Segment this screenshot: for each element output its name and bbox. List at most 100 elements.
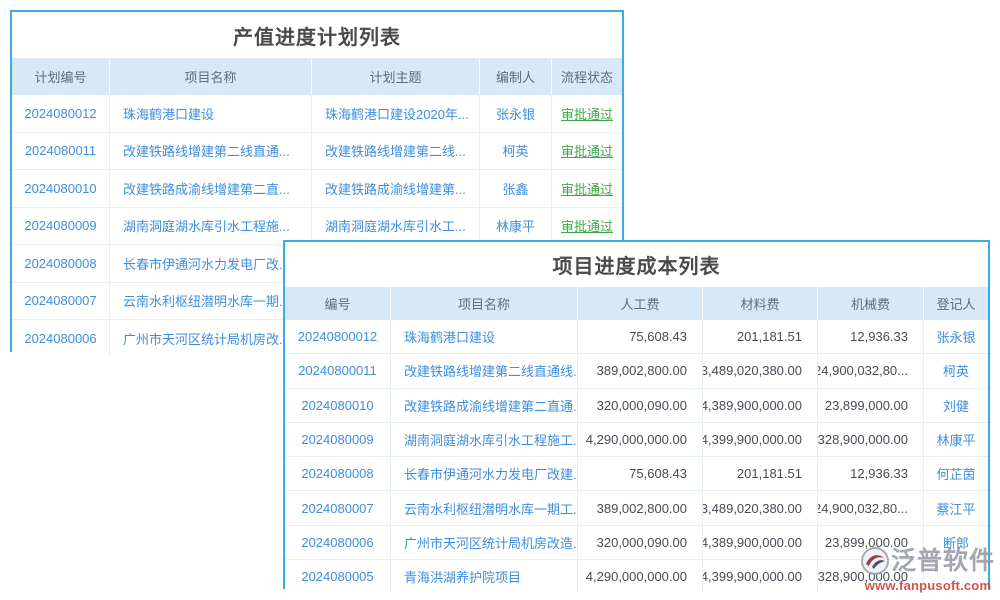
plan-id-link[interactable]: 2024080012 — [12, 95, 110, 132]
author-cell: 林康平 — [480, 208, 552, 245]
cost-id-link[interactable]: 20240800012 — [285, 320, 391, 353]
project-name-cell: 改建铁路线增建第二线直通... — [110, 133, 312, 170]
table-row[interactable]: 2024080011 改建铁路线增建第二线直通... 改建铁路线增建第二线...… — [12, 133, 622, 171]
author-cell: 张永银 — [480, 95, 552, 132]
registrant-cell: 张永银 — [924, 320, 988, 353]
labor-cost-cell: 389,002,800.00 — [578, 491, 703, 524]
machine-cost-cell: 328,900,000.00 — [818, 560, 924, 593]
material-cost-cell: 4,399,900,000.00 — [703, 423, 818, 456]
material-cost-cell: 201,181.51 — [703, 320, 818, 353]
labor-cost-cell: 75,608.43 — [578, 457, 703, 490]
registrant-cell — [924, 560, 988, 593]
project-name-cell: 珠海鹤港口建设 — [110, 95, 312, 132]
registrant-cell: 蔡江平 — [924, 491, 988, 524]
machine-cost-cell: 328,900,000.00 — [818, 423, 924, 456]
machine-cost-cell: 24,900,032,80... — [818, 354, 924, 387]
project-name-cell: 青海洪湖养护院项目 — [391, 560, 578, 593]
column-header-material-cost: 材料费 — [703, 287, 818, 320]
cost-id-link[interactable]: 2024080005 — [285, 560, 391, 593]
project-name-cell: 长春市伊通河水力发电厂改建... — [391, 457, 578, 490]
column-header-project-name: 项目名称 — [391, 287, 578, 320]
plan-subject-cell: 改建铁路成渝线增建第... — [312, 170, 480, 207]
column-header-labor-cost: 人工费 — [578, 287, 703, 320]
project-name-cell: 湖南洞庭湖水库引水工程施... — [110, 208, 312, 245]
project-name-cell: 云南水利枢纽潜明水库一期工... — [391, 491, 578, 524]
plan-id-link[interactable]: 2024080008 — [12, 245, 110, 282]
material-cost-cell: 4,389,900,000.00 — [703, 526, 818, 559]
project-name-cell: 云南水利枢纽潜明水库一期... — [110, 283, 312, 320]
project-name-cell: 广州市天河区统计局机房改造... — [391, 526, 578, 559]
table-row[interactable]: 2024080009 湖南洞庭湖水库引水工程施工... 4,290,000,00… — [285, 423, 988, 457]
table-row[interactable]: 2024080010 改建铁路成渝线增建第二直通... 320,000,090.… — [285, 389, 988, 423]
table-row[interactable]: 20240800012 珠海鹤港口建设 75,608.43 201,181.51… — [285, 320, 988, 354]
column-header-id: 编号 — [285, 287, 391, 320]
column-header-plan-id: 计划编号 — [12, 58, 110, 95]
cost-table-header: 编号 项目名称 人工费 材料费 机械费 登记人 — [285, 287, 988, 320]
plan-table-header: 计划编号 项目名称 计划主题 编制人 流程状态 — [12, 58, 622, 95]
plan-id-link[interactable]: 2024080011 — [12, 133, 110, 170]
material-cost-cell: 3,489,020,380.00 — [703, 491, 818, 524]
column-header-author: 编制人 — [480, 58, 552, 95]
project-name-cell: 湖南洞庭湖水库引水工程施工... — [391, 423, 578, 456]
cost-id-link[interactable]: 2024080009 — [285, 423, 391, 456]
table-row[interactable]: 2024080008 长春市伊通河水力发电厂改建... 75,608.43 20… — [285, 457, 988, 491]
machine-cost-cell: 23,899,000.00 — [818, 526, 924, 559]
column-header-project-name: 项目名称 — [110, 58, 312, 95]
machine-cost-cell: 24,900,032,80... — [818, 491, 924, 524]
labor-cost-cell: 389,002,800.00 — [578, 354, 703, 387]
machine-cost-cell: 23,899,000.00 — [818, 389, 924, 422]
plan-subject-cell: 湖南洞庭湖水库引水工... — [312, 208, 480, 245]
author-cell: 张鑫 — [480, 170, 552, 207]
labor-cost-cell: 320,000,090.00 — [578, 526, 703, 559]
column-header-flow-status: 流程状态 — [552, 58, 622, 95]
project-name-cell: 改建铁路成渝线增建第二直通... — [391, 389, 578, 422]
project-name-cell: 改建铁路成渝线增建第二直... — [110, 170, 312, 207]
labor-cost-cell: 4,290,000,000.00 — [578, 423, 703, 456]
cost-id-link[interactable]: 2024080006 — [285, 526, 391, 559]
cost-list-panel: 项目进度成本列表 编号 项目名称 人工费 材料费 机械费 登记人 2024080… — [283, 240, 990, 589]
registrant-cell: 柯英 — [924, 354, 988, 387]
author-cell: 柯英 — [480, 133, 552, 170]
cost-id-link[interactable]: 2024080010 — [285, 389, 391, 422]
material-cost-cell: 3,489,020,380.00 — [703, 354, 818, 387]
labor-cost-cell: 75,608.43 — [578, 320, 703, 353]
status-link[interactable]: 审批通过 — [552, 208, 622, 245]
plan-subject-cell: 改建铁路线增建第二线... — [312, 133, 480, 170]
plan-id-link[interactable]: 2024080007 — [12, 283, 110, 320]
column-header-registrant: 登记人 — [924, 287, 988, 320]
labor-cost-cell: 4,290,000,000.00 — [578, 560, 703, 593]
plan-id-link[interactable]: 2024080009 — [12, 208, 110, 245]
machine-cost-cell: 12,936.33 — [818, 320, 924, 353]
material-cost-cell: 201,181.51 — [703, 457, 818, 490]
status-link[interactable]: 审批通过 — [552, 170, 622, 207]
material-cost-cell: 4,399,900,000.00 — [703, 560, 818, 593]
registrant-cell: 林康平 — [924, 423, 988, 456]
project-name-cell: 改建铁路线增建第二线直通线... — [391, 354, 578, 387]
cost-table-body: 20240800012 珠海鹤港口建设 75,608.43 201,181.51… — [285, 320, 988, 593]
project-name-cell: 广州市天河区统计局机房改... — [110, 320, 312, 357]
column-header-plan-subject: 计划主题 — [312, 58, 480, 95]
column-header-machine-cost: 机械费 — [818, 287, 924, 320]
registrant-cell: 刘健 — [924, 389, 988, 422]
plan-id-link[interactable]: 2024080010 — [12, 170, 110, 207]
plan-id-link[interactable]: 2024080006 — [12, 320, 110, 357]
project-name-cell: 珠海鹤港口建设 — [391, 320, 578, 353]
cost-id-link[interactable]: 20240800011 — [285, 354, 391, 387]
table-row[interactable]: 2024080005 青海洪湖养护院项目 4,290,000,000.00 4,… — [285, 560, 988, 593]
cost-panel-title: 项目进度成本列表 — [285, 242, 988, 287]
table-row[interactable]: 2024080012 珠海鹤港口建设 珠海鹤港口建设2020年... 张永银 审… — [12, 95, 622, 133]
registrant-cell: 何芷茵 — [924, 457, 988, 490]
registrant-cell: 断郎 — [924, 526, 988, 559]
material-cost-cell: 4,389,900,000.00 — [703, 389, 818, 422]
status-link[interactable]: 审批通过 — [552, 133, 622, 170]
cost-id-link[interactable]: 2024080008 — [285, 457, 391, 490]
table-row[interactable]: 20240800011 改建铁路线增建第二线直通线... 389,002,800… — [285, 354, 988, 388]
status-link[interactable]: 审批通过 — [552, 95, 622, 132]
labor-cost-cell: 320,000,090.00 — [578, 389, 703, 422]
cost-id-link[interactable]: 2024080007 — [285, 491, 391, 524]
table-row[interactable]: 2024080006 广州市天河区统计局机房改造... 320,000,090.… — [285, 526, 988, 560]
table-row[interactable]: 2024080010 改建铁路成渝线增建第二直... 改建铁路成渝线增建第...… — [12, 170, 622, 208]
machine-cost-cell: 12,936.33 — [818, 457, 924, 490]
project-name-cell: 长春市伊通河水力发电厂改... — [110, 245, 312, 282]
table-row[interactable]: 2024080007 云南水利枢纽潜明水库一期工... 389,002,800.… — [285, 491, 988, 525]
